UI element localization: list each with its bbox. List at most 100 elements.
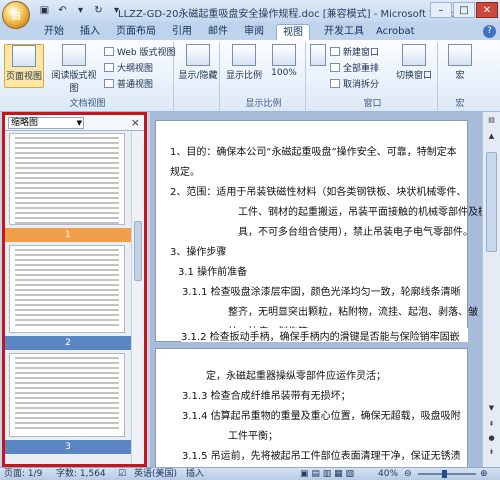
doc-line: 3.1.5 吊运前，先将被起吊工件部位表面清理干净，保证无锈渍 <box>182 451 461 462</box>
status-page[interactable]: 页面: 1/9 <box>4 468 42 480</box>
page-view-icon <box>12 45 36 67</box>
page-number-1: 1 <box>5 228 131 242</box>
view-shortcut-icons[interactable]: ▣ ▤ ▥ ▦ ▧ <box>300 468 354 480</box>
thumb-text-line <box>15 167 119 169</box>
group-document-views: 页面视图 阅读版式视图 Web 版式视图 大纲视图 普通视图 文档视图 <box>2 42 175 110</box>
thumbnail-scroll-thumb[interactable] <box>134 221 142 281</box>
thumbnail-list[interactable]: 1 2 3 <box>5 131 131 464</box>
switch-window-label: 切换窗口 <box>395 71 432 81</box>
close-pane-icon[interactable]: × <box>131 116 140 129</box>
doc-line: 整齐，无明显突出颗粒，粘附物，流挂、起泡、剥落、皱 <box>228 307 478 318</box>
ribbon-tabs: 开始 插入 页面布局 引用 邮件 审阅 视图 开发工具 Acrobat ? <box>0 22 500 40</box>
zoom-group-label: 显示比例 <box>245 99 282 109</box>
outline-view-button[interactable]: 大纲视图 <box>104 62 153 76</box>
vertical-scrollbar[interactable]: ▤ ▲ ▼ ⇞ ● ⇟ <box>482 112 500 467</box>
zoom-in-icon[interactable]: ⊕ <box>480 468 488 480</box>
zoom-slider[interactable] <box>418 473 476 475</box>
office-button[interactable]: ⊞ <box>2 1 30 29</box>
tab-acrobat[interactable]: Acrobat <box>370 24 421 40</box>
switch-window-button[interactable]: 切换窗口 <box>392 44 436 88</box>
group-window: 新建窗口 全部重排 取消拆分 切换窗口 窗口 <box>308 42 438 110</box>
page-number-2: 2 <box>5 336 131 350</box>
thumbnail-page-2[interactable] <box>9 245 125 333</box>
prev-page-icon[interactable]: ⇞ <box>485 418 498 431</box>
help-icon[interactable]: ? <box>483 25 496 38</box>
status-language[interactable]: 英语(美国) <box>134 468 177 480</box>
thumbnail-page-3[interactable] <box>9 353 125 437</box>
web-view-button[interactable]: Web 版式视图 <box>104 46 175 60</box>
draft-view-label: 普通视图 <box>117 80 154 90</box>
save-icon[interactable]: ▣ <box>38 4 51 17</box>
zoom-100-label: 100% <box>271 68 297 78</box>
document-page-1[interactable]: 1、目的：确保本公司“永磁起重吸盘”操作安全、可靠，特制定本 规定。 2、范围：… <box>155 120 482 342</box>
zoom-out-icon[interactable]: ⊖ <box>404 468 412 480</box>
close-button[interactable]: ✕ <box>476 2 498 18</box>
thumb-text-line <box>15 269 119 271</box>
thumb-text-line <box>15 279 119 281</box>
scroll-up-icon[interactable]: ▲ <box>485 130 498 143</box>
zoom-slider-knob[interactable] <box>442 470 447 478</box>
macros-button[interactable]: 宏 <box>440 44 480 88</box>
arrange-all-icon <box>330 63 340 72</box>
show-hide-button[interactable]: 显示/隐藏 <box>178 44 218 88</box>
undo-dropdown-icon[interactable]: ▾ <box>74 4 87 17</box>
document-page-2[interactable]: 定，永磁起重器操纵零部件应运作灵活； 3.1.3 检查合成纤维吊装带有无损坏； … <box>155 348 468 467</box>
thumb-text-line <box>15 147 119 149</box>
undo-icon[interactable]: ↶ <box>56 4 69 17</box>
ruler-toggle-icon[interactable]: ▤ <box>485 114 498 127</box>
zoom-100-button[interactable]: 100% <box>264 44 304 88</box>
thumb-text-line <box>15 304 119 306</box>
macros-label: 宏 <box>455 71 465 81</box>
thumbnail-page-1[interactable] <box>9 133 125 225</box>
page-view-button[interactable]: 页面视图 <box>4 44 44 88</box>
new-window-button[interactable] <box>308 44 328 88</box>
thumb-text-line <box>15 294 119 296</box>
status-words[interactable]: 字数: 1,564 <box>56 468 106 480</box>
window-group-label: 窗口 <box>363 99 382 109</box>
chevron-down-icon: ▼ <box>76 119 82 127</box>
tab-insert[interactable]: 插入 <box>74 24 106 40</box>
group-macros: 宏 宏 <box>440 42 480 110</box>
tab-page-layout[interactable]: 页面布局 <box>110 24 162 40</box>
document-area[interactable]: 1、目的：确保本公司“永磁起重吸盘”操作安全、可靠，特制定本 规定。 2、范围：… <box>150 112 482 467</box>
nav-mode-select[interactable]: 缩略图 ▼ <box>8 117 84 129</box>
maximize-button[interactable]: □ <box>453 2 475 18</box>
macros-group-label: 宏 <box>455 99 465 109</box>
draft-view-button[interactable]: 普通视图 <box>104 78 153 92</box>
doc-line: 3.1.4 估算起吊重物的重量及重心位置，确保无超载，吸盘吸附 <box>182 411 461 422</box>
arrange-all-button[interactable]: 全部重排 <box>330 62 379 76</box>
doc-line: 定，永磁起重器操纵零部件应运作灵活； <box>206 371 386 382</box>
remove-split-button[interactable]: 取消拆分 <box>330 78 379 92</box>
tab-developer[interactable]: 开发工具 <box>318 24 370 40</box>
doc-line: 2、范围：适用于吊装铁磁性材料（如各类钢铁板、块状机械零件、 <box>170 187 467 198</box>
outline-view-icon <box>104 63 114 72</box>
redo-icon[interactable]: ↻ <box>92 4 105 17</box>
remove-split-label: 取消拆分 <box>343 80 380 90</box>
macros-icon <box>448 44 472 66</box>
thumb-text-line <box>15 142 119 144</box>
tab-review[interactable]: 审阅 <box>238 24 270 40</box>
switch-window-icon <box>402 44 426 66</box>
scroll-thumb[interactable] <box>486 152 497 252</box>
title-bar: ⊞ ▣ ↶ ▾ ↻ ▾ LLZZ-GD-20永磁起重吸盘安全操作规程.doc [… <box>0 0 500 29</box>
doc-line: 3.1.3 检查合成纤维吊装带有无损坏； <box>182 391 351 402</box>
thumbnail-scrollbar[interactable] <box>131 131 144 464</box>
new-window-small-button[interactable]: 新建窗口 <box>330 46 379 60</box>
status-zoom[interactable]: 40% <box>378 468 398 480</box>
minimize-button[interactable]: – <box>430 2 452 18</box>
thumb-text-line <box>15 222 119 224</box>
tab-references[interactable]: 引用 <box>166 24 198 40</box>
scroll-down-icon[interactable]: ▼ <box>485 402 498 415</box>
tab-mailings[interactable]: 邮件 <box>202 24 234 40</box>
reading-view-label: 阅读版式视图 <box>51 71 97 94</box>
reading-view-button[interactable]: 阅读版式视图 <box>48 44 100 94</box>
spellcheck-icon[interactable]: ☑ <box>118 468 126 480</box>
status-insert-mode[interactable]: 插入 <box>186 468 204 480</box>
zoom-button[interactable]: 显示比例 <box>224 44 264 88</box>
tab-home[interactable]: 开始 <box>38 24 70 40</box>
zoom-100-icon <box>272 44 296 66</box>
tab-view[interactable]: 视图 <box>276 24 310 40</box>
browse-object-icon[interactable]: ● <box>485 432 498 445</box>
thumbnail-pane-header: 缩略图 ▼ × <box>5 115 144 131</box>
next-page-icon[interactable]: ⇟ <box>485 446 498 459</box>
